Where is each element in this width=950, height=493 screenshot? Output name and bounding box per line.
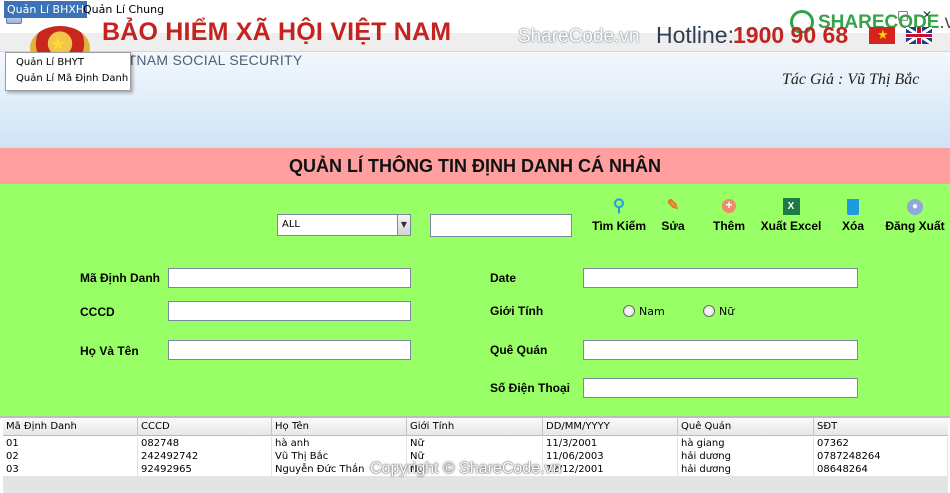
export-excel-button[interactable]: X Xuất Excel [758,196,824,238]
delete-button-label: Xóa [841,219,864,233]
edit-button[interactable]: ✎ Sửa [655,196,691,238]
column-header[interactable]: Họ Tên [272,418,407,436]
organization-name: BẢO HIỂM XÃ HỘI VIỆT NAM [102,18,452,46]
cccd-field[interactable] [168,301,411,321]
column-header[interactable]: SĐT [814,418,948,436]
menu-item-quan-li-ma-dinh-danh[interactable]: Quản Lí Mã Định Danh [16,73,128,84]
table-cell: Nữ [407,437,543,450]
chevron-down-icon[interactable]: ▼ [397,215,410,235]
que-quan-label: Quê Quán [490,343,548,357]
gender-nam-radio[interactable] [623,305,635,317]
column-header[interactable]: CCCD [138,418,272,436]
table-cell: 02 [3,450,138,463]
magnifier-icon: ⚲ [612,196,626,215]
page-title: QUẢN LÍ THÔNG TIN ĐỊNH DANH CÁ NHÂN [289,156,661,176]
table-header: Mã Định Danh CCCD Họ Tên Giới Tính DD/MM… [3,418,948,436]
date-label: Date [490,271,517,285]
add-icon: + [722,199,736,213]
add-button[interactable]: + Thêm [708,196,750,238]
table-cell: 0787248264 [814,450,948,463]
column-header[interactable]: Quê Quán [678,418,814,436]
menu-quan-li-bhxh[interactable]: Quản Lí BHXH [4,1,88,18]
table-cell: 92492965 [138,463,272,476]
author-credit: Tác Giả : Vũ Thị Bắc [782,71,920,88]
gender-nu-radio[interactable] [703,305,715,317]
table-cell: 01 [3,437,138,450]
gioi-tinh-label: Giới Tính [490,304,544,318]
table-cell: 11/3/2001 [543,437,678,450]
flag-star-icon: ★ [877,28,889,43]
bhxh-dropdown-menu: Quản Lí BHYT Quản Lí Mã Định Danh [5,52,131,91]
organization-subtitle: VIETNAM SOCIAL SECURITY [104,52,303,68]
excel-icon: X [782,198,800,215]
menu-item-quan-li-bhyt[interactable]: Quản Lí BHYT [16,57,84,68]
table-cell: 03 [3,463,138,476]
search-button[interactable]: ⚲ Tìm Kiếm [589,196,649,238]
table-cell: 082748 [138,437,272,450]
column-header[interactable]: Giới Tính [407,418,543,436]
ho-va-ten-label: Họ Và Tên [80,344,139,358]
delete-button[interactable]: Xóa [836,196,870,238]
table-cell: hà giang [678,437,814,450]
uk-flag-icon[interactable] [906,27,932,44]
table-cell: 07362 [814,437,948,450]
date-field[interactable] [583,268,858,288]
pencil-icon: ✎ [666,197,680,214]
edit-button-label: Sửa [661,219,685,233]
gender-nam-label: Nam [639,305,665,318]
gender-nu-label: Nữ [719,305,735,318]
cccd-label: CCCD [80,305,115,319]
search-input[interactable] [430,214,572,237]
column-header[interactable]: Mã Định Danh [3,418,138,436]
search-button-label: Tìm Kiếm [591,219,646,233]
table-cell: hà anh [272,437,407,450]
que-quan-field[interactable] [583,340,858,360]
copyright-watermark: Copyright © ShareCode.vn [370,460,562,477]
table-empty-area [3,476,948,493]
user-icon: ● [907,199,923,215]
ma-dinh-danh-field[interactable] [168,268,411,288]
add-button-label: Thêm [712,219,745,233]
logout-button[interactable]: ● Đăng Xuất [883,196,947,238]
ho-va-ten-field[interactable] [168,340,411,360]
export-excel-label: Xuất Excel [760,219,822,233]
hotline-number: 1900 90 68 [733,22,849,48]
table-cell: hải dương [678,450,814,463]
table-cell: 242492742 [138,450,272,463]
hotline-label: Hotline: [656,22,734,48]
trash-icon [847,199,859,215]
table-cell: 08648264 [814,463,948,476]
menu-quan-li-chung[interactable]: Quản Lí Chung [80,1,167,18]
table-cell: 12/12/2001 [543,463,678,476]
banner-watermark: ShareCode.vn [518,26,640,47]
ma-dinh-danh-label: Mã Định Danh [80,271,160,285]
table-cell: hải dương [678,463,814,476]
so-dien-thoai-field[interactable] [583,378,858,398]
column-header[interactable]: DD/MM/YYYY [543,418,678,436]
filter-select[interactable]: ALL [277,214,411,236]
table-cell: 11/06/2003 [543,450,678,463]
logout-button-label: Đăng Xuất [885,219,945,233]
so-dien-thoai-label: Số Điện Thoại [490,381,571,395]
table-row[interactable]: 01 082748 hà anh Nữ 11/3/2001 hà giang 07362 [3,437,948,450]
